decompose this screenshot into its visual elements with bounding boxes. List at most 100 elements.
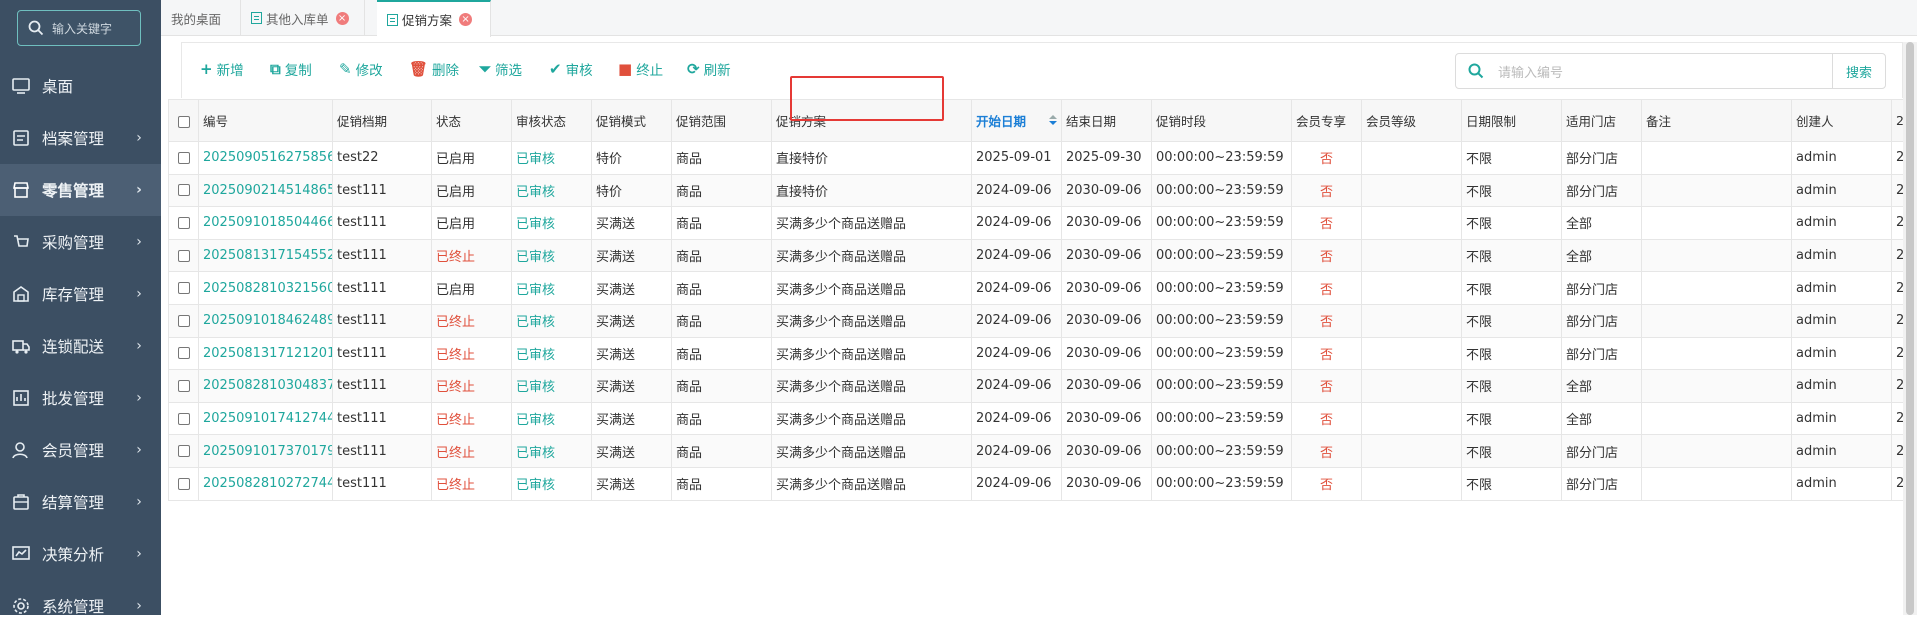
sidebar-item-analysis[interactable]: 决策分析 ›	[0, 528, 161, 580]
row-checkbox[interactable]	[168, 336, 199, 371]
column-header[interactable]: 促销时段	[1151, 99, 1292, 142]
tab-promotion-plan[interactable]: 促销方案 ×	[377, 0, 491, 37]
column-header[interactable]: 会员等级	[1361, 99, 1462, 142]
table-cell	[1641, 466, 1792, 501]
edit-button[interactable]: ✎ 修改	[339, 59, 383, 79]
table-row[interactable]: 20250902145148658 test111 已启用 已审核 特价 商品 直接特价 20…	[168, 173, 1904, 208]
table-row[interactable]: 20250813171545528 test111 已终止 已审核 买满送 商品 买满多少个…	[168, 238, 1904, 273]
sidebar-item-member[interactable]: 会员管理 ›	[0, 424, 161, 476]
column-header[interactable]: 2	[1891, 99, 1904, 142]
sidebar-item-label: 决策分析	[42, 546, 105, 564]
table-cell[interactable]: 20250813171545528	[198, 238, 333, 273]
tab-my-desktop[interactable]: 我的桌面	[161, 0, 241, 36]
table-cell[interactable]: 20250828103048371	[198, 369, 333, 403]
sidebar-search-input[interactable]: 输入关键字	[17, 10, 141, 46]
sidebar-item-store[interactable]: 零售管理 ›	[0, 164, 161, 216]
sidebar: 输入关键字 桌面 档案管理 › 零售管理 › 采购管理 › 库存管理 › 连锁配送 › 批发管理 › 会员…	[0, 0, 161, 616]
table-row[interactable]: 20250813171212014 test111 已终止 已审核 买满送 商品 买满多少个…	[168, 336, 1904, 371]
row-checkbox[interactable]	[168, 434, 199, 468]
select-all-checkbox[interactable]	[168, 99, 199, 142]
row-checkbox[interactable]	[168, 466, 199, 501]
sidebar-item-monitor[interactable]: 桌面	[0, 60, 161, 112]
table-cell[interactable]: 20250910185044668	[198, 206, 333, 240]
table-cell[interactable]: 20250910184624891	[198, 303, 333, 338]
sidebar-item-purchase[interactable]: 采购管理 ›	[0, 216, 161, 268]
sidebar-item-wholesale[interactable]: 批发管理 ›	[0, 372, 161, 424]
sidebar-item-settlement[interactable]: 结算管理 ›	[0, 476, 161, 528]
table-cell	[1361, 401, 1462, 436]
column-header[interactable]: 日期限制	[1461, 99, 1562, 142]
table-cell[interactable]: 20250828103215609	[198, 271, 333, 305]
sort-icon[interactable]	[1049, 113, 1057, 127]
table-row[interactable]: 20250828102727447 test111 已终止 已审核 买满送 商品 买满多少个…	[168, 466, 1904, 501]
code-search-input[interactable]: 请输入编号	[1455, 53, 1833, 89]
table-cell[interactable]: 20250813171212014	[198, 336, 333, 371]
column-header[interactable]: 会员专享	[1291, 99, 1362, 142]
column-header[interactable]: 促销档期	[332, 99, 432, 142]
sidebar-item-gear[interactable]: 系统管理 ›	[0, 580, 161, 632]
row-checkbox[interactable]	[168, 206, 199, 240]
filter-button[interactable]: ⏷ 筛选	[479, 59, 522, 79]
sidebar-item-warehouse[interactable]: 库存管理 ›	[0, 268, 161, 320]
tab-other-inbound[interactable]: 其他入库单 ×	[241, 0, 365, 36]
column-header[interactable]: 状态	[431, 99, 512, 142]
close-icon[interactable]: ×	[459, 13, 473, 26]
column-header[interactable]: 适用门店	[1561, 99, 1642, 142]
table-cell	[1641, 336, 1792, 371]
close-icon[interactable]: ×	[335, 11, 349, 25]
table-row[interactable]: 20250910174127442 test111 已终止 已审核 买满送 商品 买满多少个…	[168, 401, 1904, 436]
copy-button[interactable]: ⧉ 复制	[270, 59, 312, 79]
table-cell[interactable]: 20250910174127442	[198, 401, 333, 436]
row-checkbox[interactable]	[168, 303, 199, 338]
document-icon	[387, 13, 398, 26]
column-header[interactable]: 结束日期	[1061, 99, 1152, 142]
sidebar-item-truck[interactable]: 连锁配送 ›	[0, 320, 161, 372]
refresh-button[interactable]: ⟳ 刷新	[687, 59, 731, 79]
column-header[interactable]: 编号	[198, 99, 333, 142]
column-header[interactable]: 备注	[1641, 99, 1792, 142]
column-header-sorted[interactable]: 开始日期	[971, 99, 1062, 142]
sidebar-menu: 桌面 档案管理 › 零售管理 › 采购管理 › 库存管理 › 连锁配送 › 批发管理 › 会员管理 › 结算管…	[0, 60, 161, 632]
column-header[interactable]: 审核状态	[511, 99, 592, 142]
table-cell	[1641, 271, 1792, 305]
table-cell[interactable]: 20250828102727447	[198, 466, 333, 501]
table-cell: 买满多少个商品送赠品	[771, 238, 972, 273]
column-header[interactable]: 促销方案	[771, 99, 972, 142]
row-checkbox[interactable]	[168, 238, 199, 273]
table-cell: test111	[332, 369, 432, 403]
table-cell: 部分门店	[1561, 141, 1642, 175]
table-row[interactable]: 20250905162758564 test22 已启用 已审核 特价 商品 直接特价 202…	[168, 141, 1904, 175]
table-row[interactable]: 20250910173701791 test111 已终止 已审核 买满送 商品 买满多少个…	[168, 434, 1904, 468]
table-cell[interactable]: 20250910173701791	[198, 434, 333, 468]
table-cell[interactable]: 20250902145148658	[198, 173, 333, 208]
table-cell: test111	[332, 271, 432, 305]
table-cell: 否	[1291, 271, 1362, 305]
column-header[interactable]: 促销模式	[591, 99, 672, 142]
table-cell: 已审核	[511, 141, 592, 175]
delete-button[interactable]: 🗑 删除	[409, 59, 459, 79]
sidebar-item-archive[interactable]: 档案管理 ›	[0, 112, 161, 164]
table-cell[interactable]: 20250905162758564	[198, 141, 333, 175]
terminate-button[interactable]: ■ 终止	[618, 59, 663, 79]
table-cell: 否	[1291, 401, 1362, 436]
table-cell: 全部	[1561, 238, 1642, 273]
scrollbar-thumb[interactable]	[1906, 42, 1914, 615]
table-row[interactable]: 20250828103048371 test111 已终止 已审核 买满送 商品 买满多少个…	[168, 369, 1904, 403]
row-checkbox[interactable]	[168, 369, 199, 403]
table-cell: 2025-09-01	[971, 141, 1062, 175]
add-button[interactable]: + 新增	[200, 59, 244, 79]
column-header[interactable]: 促销范围	[671, 99, 772, 142]
button-label: 审核	[565, 63, 593, 79]
row-checkbox[interactable]	[168, 141, 199, 175]
table-cell: 买满多少个商品送赠品	[771, 434, 972, 468]
row-checkbox[interactable]	[168, 401, 199, 436]
table-row[interactable]: 20250910185044668 test111 已启用 已审核 买满送 商品 买满多少个…	[168, 206, 1904, 240]
table-row[interactable]: 20250910184624891 test111 已终止 已审核 买满送 商品 买满多少个…	[168, 303, 1904, 338]
approve-button[interactable]: ✔ 审核	[549, 59, 593, 79]
vertical-scrollbar[interactable]	[1903, 42, 1917, 615]
row-checkbox[interactable]	[168, 173, 199, 208]
column-header[interactable]: 创建人	[1791, 99, 1892, 142]
row-checkbox[interactable]	[168, 271, 199, 305]
table-row[interactable]: 20250828103215609 test111 已启用 已审核 买满送 商品 买满多少个…	[168, 271, 1904, 305]
search-button[interactable]: 搜索	[1832, 53, 1886, 89]
